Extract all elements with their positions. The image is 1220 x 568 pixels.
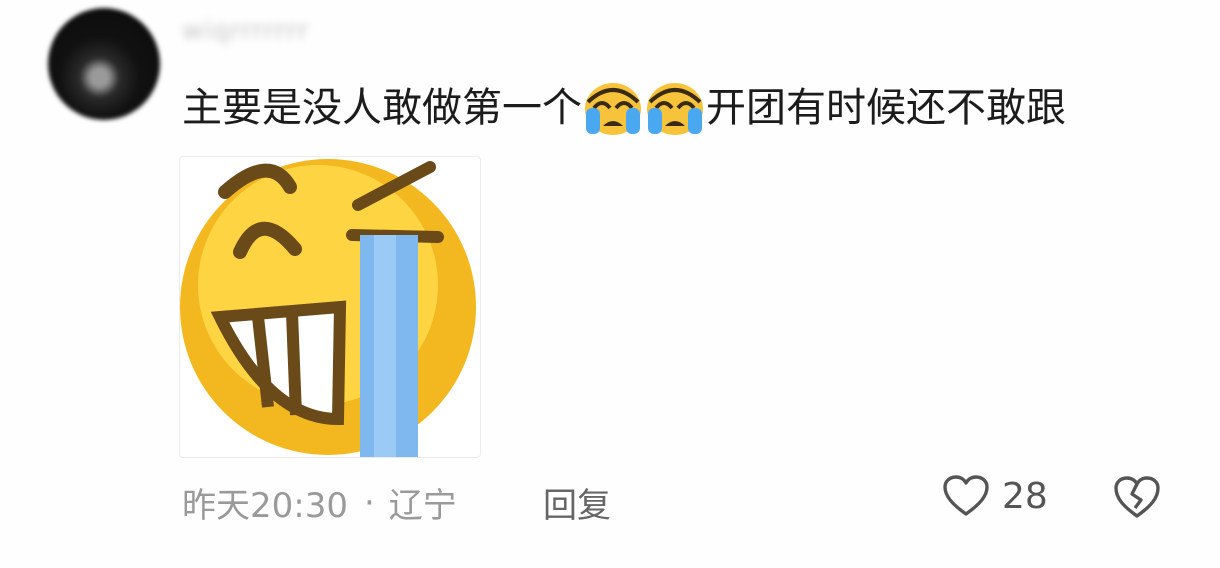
- avatar[interactable]: [48, 8, 160, 120]
- comment-text-part1: 主要是没人敢做第一个: [182, 85, 582, 131]
- comment-meta: 昨天20:30 · 辽宁: [182, 478, 457, 527]
- broken-heart-icon: [1114, 476, 1160, 518]
- like-count: 28: [1002, 475, 1048, 517]
- comment-item: wiqrrrrrrr 主要是没人敢做第一个 开团有时候还不敢跟 昨天20:30 …: [0, 0, 1220, 568]
- laughing-crying-sticker-icon: [180, 159, 476, 457]
- crying-face-icon: [647, 83, 703, 135]
- crying-face-icon: [585, 83, 641, 135]
- heart-icon: [943, 475, 989, 516]
- comment-location: 辽宁: [388, 486, 457, 526]
- meta-separator: ·: [363, 482, 375, 523]
- dislike-button[interactable]: [1112, 474, 1162, 524]
- sticker-image[interactable]: [179, 156, 481, 458]
- username[interactable]: wiqrrrrrrr: [182, 16, 309, 46]
- reply-button[interactable]: 回复: [543, 478, 611, 527]
- comment-content: 主要是没人敢做第一个 开团有时候还不敢跟: [182, 80, 1066, 136]
- comment-time: 昨天20:30: [182, 486, 348, 526]
- comment-text-part2: 开团有时候还不敢跟: [706, 85, 1066, 131]
- like-button[interactable]: 28: [942, 474, 1048, 518]
